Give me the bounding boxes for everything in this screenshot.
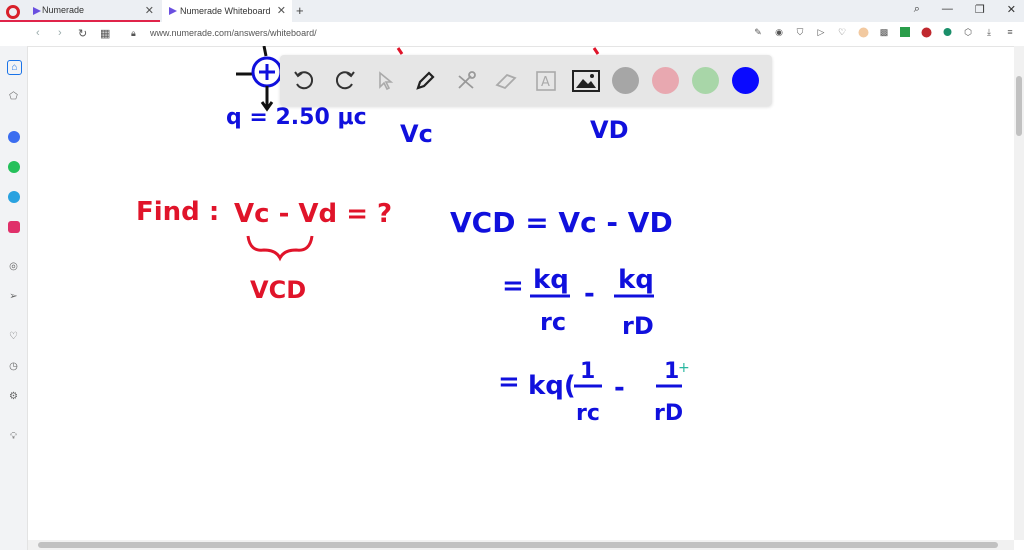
pointer-icon[interactable]	[371, 67, 399, 95]
vd-label: VD	[590, 116, 629, 144]
address-bar-row: ‹ › ↻ ▦ 🔒︎ www.numerade.com/answers/whit…	[0, 22, 1024, 47]
edit-icon[interactable]: ✎	[752, 26, 764, 38]
home-icon[interactable]: ⌂	[7, 60, 22, 75]
tab-strip: Numerade ✕ Numerade Whiteboard ✕ + ⌕ — ❐…	[0, 0, 1024, 22]
underbrace	[246, 235, 314, 262]
tab-label: Numerade Whiteboard	[180, 6, 271, 16]
redo-icon[interactable]	[331, 67, 359, 95]
cursor-crosshair-icon: +	[678, 360, 690, 376]
pen-icon[interactable]	[411, 67, 439, 95]
tab-numerade[interactable]: Numerade ✕	[0, 0, 160, 22]
new-tab-button[interactable]: +	[296, 3, 304, 18]
extensions-bar: ✎ ◉ ⛉ ▷ ♡ ▩ ⬡ ⤓ ≡	[752, 26, 1016, 38]
vc-label: Vc	[400, 120, 433, 148]
play-icon[interactable]: ▷	[815, 26, 827, 38]
color-swatch-gray[interactable]	[612, 67, 639, 94]
svg-text:-: -	[614, 373, 625, 403]
svg-text:1: 1	[580, 359, 595, 384]
download-icon[interactable]: ⤓	[983, 26, 995, 38]
eraser-icon[interactable]	[492, 67, 520, 95]
bookmark-icon[interactable]: ⬠	[7, 90, 20, 103]
svg-text:rD: rD	[654, 401, 683, 426]
color-swatch-pink[interactable]	[652, 67, 679, 94]
color-swatch-green[interactable]	[692, 67, 719, 94]
tabs-grid-icon[interactable]: ▦	[100, 27, 110, 40]
history-icon[interactable]: ◷	[7, 360, 20, 373]
opera-logo-icon[interactable]	[6, 5, 20, 19]
back-button[interactable]: ‹	[36, 27, 40, 39]
instagram-icon[interactable]	[7, 220, 20, 233]
equation-3: = kq( 1 rc - 1 rD	[498, 359, 683, 426]
scroll-thumb[interactable]	[38, 542, 998, 548]
window-controls: ⌕ — ❐ ✕	[914, 3, 1016, 16]
find-expression: Vc - Vd = ?	[234, 199, 392, 229]
extension-badge-icon[interactable]	[899, 26, 911, 38]
vcd-under-label: VCD	[250, 276, 306, 304]
image-icon[interactable]	[572, 67, 600, 95]
horizontal-scrollbar[interactable]	[28, 540, 1014, 550]
whiteboard-toolbar: A	[280, 55, 772, 106]
color-wheel-icon[interactable]	[857, 26, 869, 38]
svg-text:rc: rc	[576, 401, 600, 426]
lightbulb-icon[interactable]: 💡︎	[7, 430, 20, 443]
undo-icon[interactable]	[290, 67, 318, 95]
cube-icon[interactable]: ⬡	[962, 26, 974, 38]
color-swatch-blue[interactable]	[732, 67, 759, 94]
equation-2: = kq rc - kq rD	[502, 265, 654, 340]
settings-icon[interactable]: ⚙	[7, 390, 20, 403]
close-window-button[interactable]: ✕	[1007, 3, 1016, 16]
heart-icon[interactable]: ♡	[836, 26, 848, 38]
telegram-icon[interactable]	[7, 190, 20, 203]
forward-button[interactable]: ›	[58, 27, 62, 39]
tab-label: Numerade	[42, 5, 85, 15]
pin-icon[interactable]	[941, 26, 953, 38]
numerade-icon	[32, 6, 42, 18]
reload-button[interactable]: ↻	[78, 27, 87, 40]
search-icon[interactable]: ⌕	[914, 3, 920, 16]
equation-1: VCD = Vc - VD	[450, 206, 673, 239]
tools-icon[interactable]	[452, 67, 480, 95]
shield-icon[interactable]: ⛉	[794, 26, 806, 38]
text-icon[interactable]: A	[532, 67, 560, 95]
svg-text:rD: rD	[622, 312, 654, 340]
svg-text:kq(: kq(	[528, 371, 576, 401]
player-icon[interactable]: ◎	[7, 260, 20, 273]
svg-text:rc: rc	[540, 308, 566, 336]
find-label: Find :	[136, 197, 219, 227]
minimize-button[interactable]: —	[942, 3, 953, 16]
scroll-thumb[interactable]	[1016, 76, 1022, 136]
camera-icon[interactable]: ◉	[773, 26, 785, 38]
svg-text:A: A	[541, 75, 550, 90]
messenger-icon[interactable]	[7, 130, 20, 143]
svg-text:=: =	[502, 271, 524, 301]
svg-text:kq: kq	[533, 265, 569, 295]
menu-icon[interactable]: ≡	[1004, 26, 1016, 38]
qr-icon[interactable]: ▩	[878, 26, 890, 38]
svg-text:kq: kq	[618, 265, 654, 295]
numerade-icon	[168, 6, 178, 18]
url-field[interactable]: www.numerade.com/answers/whiteboard/	[150, 28, 317, 38]
charge-label: q = 2.50 μc	[226, 105, 367, 130]
close-icon[interactable]: ✕	[277, 4, 286, 17]
close-icon[interactable]: ✕	[145, 4, 154, 17]
whiteboard-canvas[interactable]: q = 2.50 μc Vc VD Find : Vc - Vd = ? VCD…	[28, 45, 1014, 540]
tab-numerade-whiteboard[interactable]: Numerade Whiteboard ✕	[162, 0, 292, 22]
whatsapp-icon[interactable]	[7, 160, 20, 173]
charge-symbol	[236, 45, 283, 112]
svg-text:-: -	[584, 279, 595, 309]
svg-text:=: =	[498, 367, 520, 397]
send-icon[interactable]: ➢	[7, 290, 20, 303]
bolt-icon[interactable]	[920, 26, 932, 38]
sidebar: ⌂ ⬠ ◎ ➢ ♡ ◷ ⚙ 💡︎	[0, 5, 28, 550]
heart-icon[interactable]: ♡	[7, 330, 20, 343]
restore-button[interactable]: ❐	[975, 3, 985, 16]
vertical-scrollbar[interactable]	[1014, 46, 1024, 540]
lock-icon: 🔒︎	[131, 28, 136, 38]
